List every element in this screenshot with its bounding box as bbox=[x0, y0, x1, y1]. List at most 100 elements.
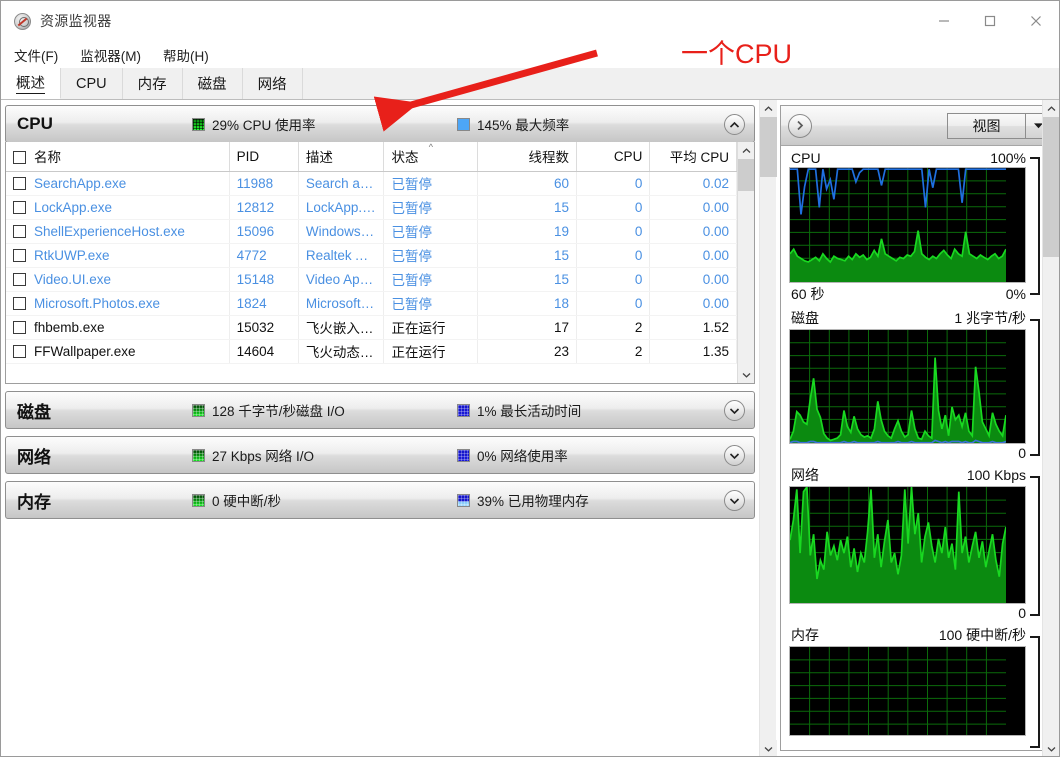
table-row[interactable]: ShellExperienceHost.exe 15096 Windows … 已暂停… bbox=[6, 219, 737, 244]
graph-header: 网络 100 Kbps bbox=[789, 465, 1052, 486]
disk-io-stat: 128 千字节/秒磁盘 I/O bbox=[192, 400, 457, 420]
view-button[interactable]: 视图 bbox=[947, 112, 1051, 139]
column-header-threads[interactable]: 线程数 bbox=[477, 142, 577, 172]
row-checkbox[interactable] bbox=[13, 224, 26, 238]
tab-overview[interactable]: 概述 bbox=[1, 68, 61, 99]
graph-scroll-down-button[interactable] bbox=[1043, 740, 1059, 756]
cell-pid: 15148 bbox=[229, 267, 299, 292]
section-header-network[interactable]: 网络 27 Kbps 网络 I/O 0% 网络使用率 bbox=[5, 436, 755, 474]
cell-pid: 12812 bbox=[229, 195, 299, 220]
section-header-memory[interactable]: 内存 0 硬中断/秒 39% 已用物理内存 bbox=[5, 481, 755, 519]
expand-disk-button[interactable] bbox=[724, 400, 745, 421]
process-name: SearchApp.exe bbox=[34, 175, 127, 191]
cell-pid: 14604 bbox=[229, 339, 299, 364]
tab-memory[interactable]: 内存 bbox=[122, 68, 183, 99]
row-checkbox[interactable] bbox=[13, 248, 26, 262]
close-button[interactable] bbox=[1013, 1, 1059, 40]
table-row[interactable]: fhbemb.exe 15032 飞火嵌入… 正在运行 17 2 1.52 bbox=[6, 315, 737, 340]
menu-item-monitor[interactable]: 监视器(M) bbox=[71, 43, 150, 67]
column-header-status[interactable]: ^ 状态 bbox=[383, 142, 479, 172]
cell-name: FFWallpaper.exe bbox=[6, 339, 230, 364]
green-grid-icon bbox=[192, 403, 205, 417]
table-row[interactable]: SearchApp.exe 11988 Search ap… 已暂停 60 0 0.02 bbox=[6, 171, 737, 196]
table-row[interactable]: RtkUWP.exe 4772 Realtek A… 已暂停 15 0 0.00 bbox=[6, 243, 737, 268]
section-title-cpu: CPU bbox=[17, 114, 53, 133]
section-header-cpu[interactable]: CPU 29% CPU 使用率 145% 最大频率 bbox=[5, 105, 755, 143]
process-name: RtkUWP.exe bbox=[34, 247, 110, 263]
select-all-checkbox[interactable] bbox=[13, 151, 26, 165]
graph-axis-bracket bbox=[1030, 157, 1040, 295]
column-header-description[interactable]: 描述 bbox=[298, 142, 385, 172]
graph-title: 网络 bbox=[791, 467, 819, 483]
cell-cpu: 0 bbox=[576, 243, 651, 268]
cell-cpu: 0 bbox=[576, 171, 651, 196]
scroll-down-button[interactable] bbox=[737, 366, 754, 383]
cell-pid: 4772 bbox=[229, 243, 299, 268]
row-checkbox[interactable] bbox=[13, 176, 26, 190]
green-grid-icon bbox=[192, 117, 205, 131]
cell-cpu: 0 bbox=[576, 219, 651, 244]
tab-cpu[interactable]: CPU bbox=[61, 68, 123, 99]
graph-scrollbar-thumb[interactable] bbox=[1043, 117, 1059, 257]
scrollbar-track[interactable] bbox=[737, 159, 754, 366]
graph-2: 磁盘 1 兆字节/秒 0 bbox=[789, 308, 1052, 461]
row-checkbox[interactable] bbox=[13, 200, 26, 214]
column-header-pid[interactable]: PID bbox=[229, 142, 299, 172]
resource-monitor-window: 资源监视器 文件(F) 监视器(M) 帮助(H) 概述 CPU 内存 磁盘 网络 bbox=[0, 0, 1060, 757]
graph-plot-wrap bbox=[789, 636, 1052, 748]
chevron-right-icon[interactable] bbox=[788, 113, 812, 138]
table-row[interactable]: Microsoft.Photos.exe 1824 Microsoft… 已暂停 18 0… bbox=[6, 291, 737, 316]
section-header-disk[interactable]: 磁盘 128 千字节/秒磁盘 I/O 1% 最长活动时间 bbox=[5, 391, 755, 429]
expand-memory-button[interactable] bbox=[724, 490, 745, 511]
graph-1: CPU 100% 60 秒 0% bbox=[789, 150, 1052, 304]
row-checkbox[interactable] bbox=[13, 296, 26, 310]
row-checkbox[interactable] bbox=[13, 320, 26, 334]
graph-scroll-up-button[interactable] bbox=[1043, 100, 1059, 117]
graph-pane-scrollbar[interactable] bbox=[1042, 100, 1059, 756]
table-row[interactable]: LockApp.exe 12812 LockApp.e… 已暂停 15 0 0.00 bbox=[6, 195, 737, 220]
graph-header: 内存 100 硬中断/秒 bbox=[789, 625, 1052, 646]
tab-network-label: 网络 bbox=[257, 77, 287, 93]
green-grid-icon bbox=[192, 493, 205, 507]
collapse-cpu-button[interactable] bbox=[724, 114, 745, 135]
row-checkbox[interactable] bbox=[13, 344, 26, 358]
cell-status: 已暂停 bbox=[383, 219, 479, 244]
minimize-button[interactable] bbox=[921, 1, 967, 40]
graph-bottom-left-label: 60 秒 bbox=[791, 286, 825, 302]
menu-item-file[interactable]: 文件(F) bbox=[5, 43, 67, 67]
tab-disk[interactable]: 磁盘 bbox=[182, 68, 243, 99]
cpu-usage-stat: 29% CPU 使用率 bbox=[192, 114, 457, 134]
overview-scrollbar[interactable] bbox=[759, 100, 777, 756]
process-table-scrollbar[interactable] bbox=[737, 142, 754, 383]
table-row[interactable]: FFWallpaper.exe 14604 飞火动态… 正在运行 23 2 1.35 bbox=[6, 339, 737, 364]
process-name: FFWallpaper.exe bbox=[34, 343, 136, 359]
row-checkbox[interactable] bbox=[13, 272, 26, 286]
maximize-button[interactable] bbox=[967, 1, 1013, 40]
menu-item-help[interactable]: 帮助(H) bbox=[154, 43, 218, 67]
column-header-cpu[interactable]: CPU bbox=[576, 142, 651, 172]
cpu-process-table-panel: 名称 PID 描述 ^ 状态 线程数 CPU 平均 CPU SearchApp.… bbox=[5, 142, 755, 384]
tab-network[interactable]: 网络 bbox=[242, 68, 303, 99]
cell-name: ShellExperienceHost.exe bbox=[6, 219, 230, 244]
graph-plot-wrap bbox=[789, 157, 1052, 295]
graph-pane-container: 视图 CPU 100% 60 秒 0% 磁盘 1 兆字节/秒 0 网络 100 Kbps 0 内存 1… bbox=[759, 100, 1059, 756]
window-controls bbox=[921, 1, 1059, 40]
cell-avgcpu: 0.00 bbox=[649, 291, 737, 316]
column-header-cpu-label: CPU bbox=[613, 148, 643, 164]
overview-scroll-up-button[interactable] bbox=[760, 100, 777, 117]
graph-3: 网络 100 Kbps 0 bbox=[789, 465, 1052, 621]
column-header-description-label: 描述 bbox=[305, 150, 333, 166]
cell-status: 正在运行 bbox=[383, 315, 479, 340]
process-table-scroll: 名称 PID 描述 ^ 状态 线程数 CPU 平均 CPU SearchApp.… bbox=[6, 142, 737, 383]
scrollbar-thumb[interactable] bbox=[737, 159, 754, 191]
cell-avgcpu: 0.00 bbox=[649, 195, 737, 220]
overview-scrollbar-thumb[interactable] bbox=[760, 117, 777, 177]
overview-scroll-down-button[interactable] bbox=[760, 740, 777, 756]
scroll-up-button[interactable] bbox=[737, 142, 754, 159]
column-header-name[interactable]: 名称 bbox=[6, 142, 230, 172]
graph-4: 内存 100 硬中断/秒 bbox=[789, 625, 1052, 748]
table-row[interactable]: Video.UI.exe 15148 Video Ap… 已暂停 15 0 0.00 bbox=[6, 267, 737, 292]
expand-network-button[interactable] bbox=[724, 445, 745, 466]
column-header-avgcpu[interactable]: 平均 CPU bbox=[649, 142, 737, 172]
cell-description: Windows … bbox=[298, 219, 385, 244]
